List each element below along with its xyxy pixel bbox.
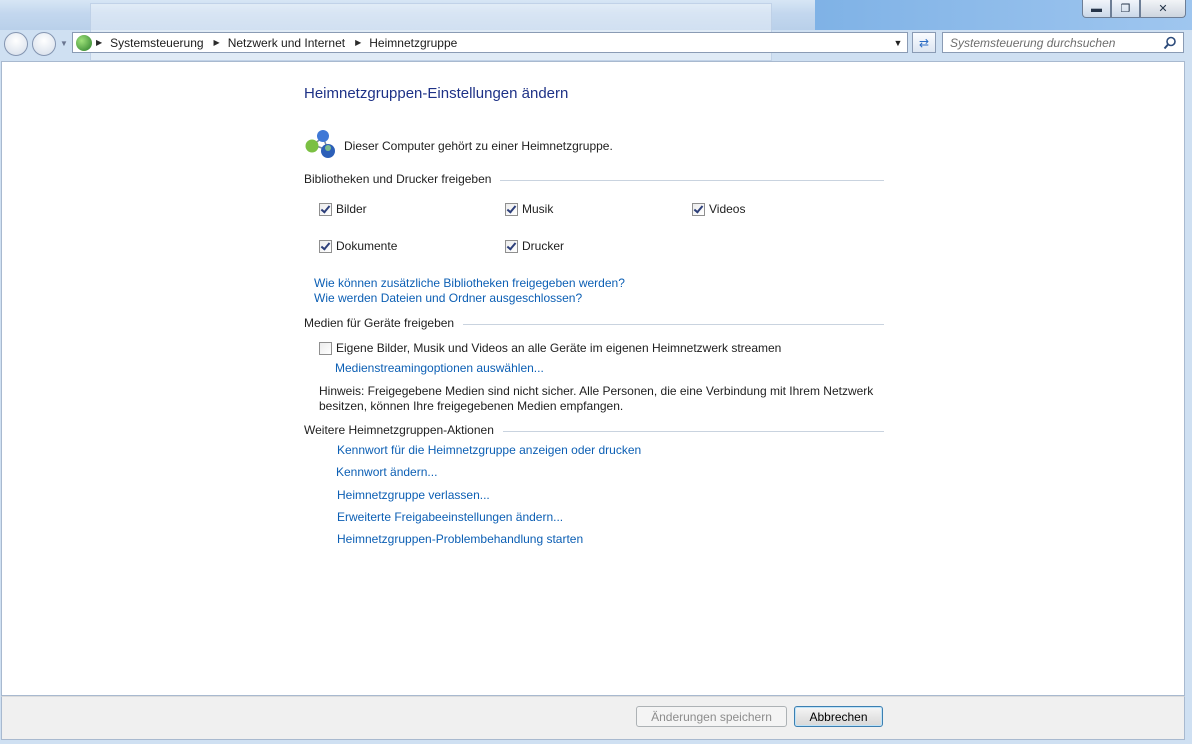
actions-section-heading: Weitere Heimnetzgruppen-Aktionen [304, 423, 884, 437]
checkbox-unchecked-icon[interactable] [319, 341, 332, 355]
link-excluded-files[interactable]: Wie werden Dateien und Ordner ausgeschlo… [314, 291, 582, 305]
checkbox-drucker[interactable]: Drucker [505, 239, 564, 253]
checkbox-media-streaming[interactable]: Eigene Bilder, Musik und Videos an alle … [319, 341, 781, 355]
recent-pages-dropdown[interactable]: ▼ [60, 39, 68, 48]
navigation-bar: ▼ ▶ Systemsteuerung ▶ Netzwerk und Inter… [0, 30, 1192, 58]
restore-icon: ❐ [1120, 3, 1131, 15]
section-heading-text: Bibliotheken und Drucker freigeben [304, 172, 492, 186]
breadcrumb-separator-icon: ▶ [213, 38, 220, 47]
section-divider [463, 323, 884, 325]
minimize-button[interactable]: ▬ [1082, 0, 1111, 18]
address-dropdown-button[interactable]: ▼ [891, 35, 905, 50]
media-section-heading: Medien für Geräte freigeben [304, 316, 884, 330]
content-pane: Heimnetzgruppen-Einstellungen ändern Die… [1, 61, 1185, 696]
checkbox-label: Videos [709, 202, 746, 216]
checkbox-checked-icon[interactable] [319, 239, 332, 253]
breadcrumb-separator-icon: ▶ [355, 38, 362, 47]
breadcrumb-systemsteuerung[interactable]: ▶ Systemsteuerung [96, 36, 204, 50]
share-section-heading: Bibliotheken und Drucker freigeben [304, 172, 884, 186]
breadcrumb-label: Netzwerk und Internet [227, 35, 346, 50]
refresh-button[interactable]: ⇄ [912, 32, 936, 53]
chevron-down-icon: ▼ [893, 37, 903, 48]
breadcrumb-heimnetzgruppe[interactable]: ▶ Heimnetzgruppe [355, 36, 457, 50]
homegroup-icon [305, 130, 335, 158]
forward-button[interactable] [32, 32, 56, 56]
breadcrumb-netzwerk-und-internet[interactable]: ▶ Netzwerk und Internet [214, 36, 346, 50]
breadcrumb-separator-icon: ▶ [96, 38, 103, 47]
checkbox-label: Drucker [522, 239, 565, 253]
checkbox-videos[interactable]: Videos [692, 202, 745, 216]
membership-text: Dieser Computer gehört zu einer Heimnetz… [344, 139, 613, 153]
link-show-password[interactable]: Kennwort für die Heimnetzgruppe anzeigen… [337, 443, 641, 457]
section-heading-text: Medien für Geräte freigeben [304, 316, 455, 330]
search-icon[interactable] [1163, 36, 1177, 50]
link-change-password[interactable]: Kennwort ändern... [336, 465, 437, 479]
close-icon: ✕ [1158, 3, 1168, 15]
minimize-icon: ▬ [1091, 2, 1102, 15]
checkbox-checked-icon[interactable] [505, 239, 518, 253]
link-leave-homegroup[interactable]: Heimnetzgruppe verlassen... [337, 488, 490, 502]
section-heading-text: Weitere Heimnetzgruppen-Aktionen [304, 423, 494, 437]
chevron-down-icon: ▼ [60, 39, 68, 48]
back-button[interactable] [4, 32, 28, 56]
checkbox-dokumente[interactable]: Dokumente [319, 239, 397, 253]
checkbox-bilder[interactable]: Bilder [319, 202, 367, 216]
checkbox-label: Dokumente [336, 239, 398, 253]
maximize-button[interactable]: ❐ [1111, 0, 1140, 18]
close-button[interactable]: ✕ [1140, 0, 1186, 18]
checkbox-label: Eigene Bilder, Musik und Videos an alle … [336, 341, 782, 355]
search-input[interactable] [950, 35, 1155, 50]
checkbox-checked-icon[interactable] [319, 202, 332, 216]
network-globe-icon [76, 34, 92, 51]
link-advanced-sharing-settings[interactable]: Erweiterte Freigabeeinstellungen ändern.… [337, 510, 563, 524]
media-security-note: Hinweis: Freigegebene Medien sind nicht … [319, 384, 874, 413]
link-additional-libraries[interactable]: Wie können zusätzliche Bibliotheken frei… [314, 276, 625, 290]
checkbox-checked-icon[interactable] [692, 202, 705, 216]
checkbox-label: Musik [522, 202, 554, 216]
address-bar[interactable]: ▶ Systemsteuerung ▶ Netzwerk und Interne… [72, 32, 908, 53]
refresh-icon: ⇄ [918, 35, 930, 50]
checkbox-label: Bilder [336, 202, 367, 216]
title-bar: ▬ ❐ ✕ [0, 0, 1192, 61]
checkbox-checked-icon[interactable] [505, 202, 518, 216]
link-media-streaming-options[interactable]: Medienstreamingoptionen auswählen... [335, 361, 544, 375]
link-homegroup-troubleshooter[interactable]: Heimnetzgruppen-Problembehandlung starte… [337, 532, 583, 546]
cancel-button[interactable]: Abbrechen [794, 706, 883, 727]
section-divider [500, 179, 884, 181]
section-divider [502, 430, 884, 432]
footer-bar: Änderungen speichern Abbrechen [1, 696, 1185, 740]
save-changes-button[interactable]: Änderungen speichern [636, 706, 787, 727]
breadcrumb-label: Systemsteuerung [110, 35, 204, 50]
page-title: Heimnetzgruppen-Einstellungen ändern [304, 85, 569, 102]
breadcrumb-label: Heimnetzgruppe [369, 35, 458, 50]
checkbox-musik[interactable]: Musik [505, 202, 553, 216]
search-box[interactable] [942, 32, 1184, 53]
window-controls: ▬ ❐ ✕ [1082, 0, 1186, 18]
